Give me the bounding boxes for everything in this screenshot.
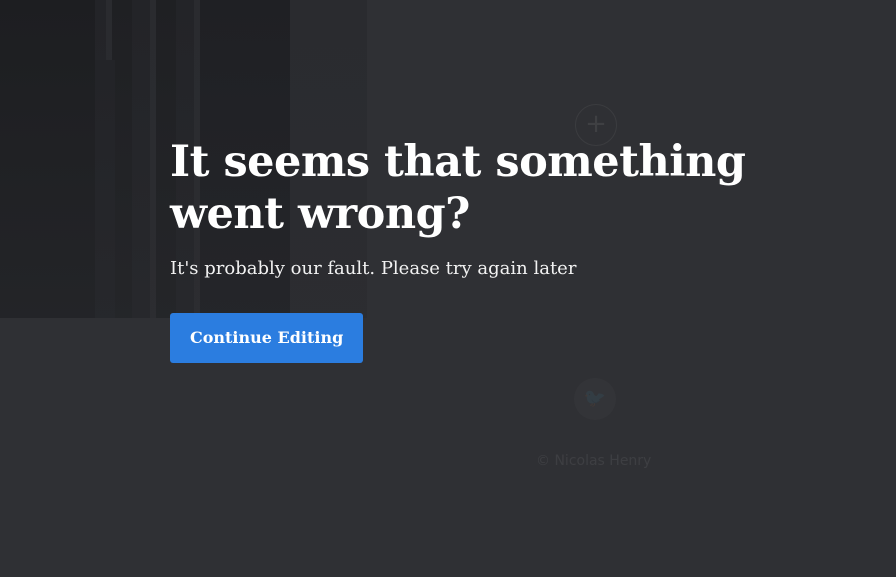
error-overlay: + 🐦 © Nicolas Henry It seems that someth… bbox=[0, 0, 896, 577]
photo-credit: © Nicolas Henry bbox=[536, 453, 652, 469]
twitter-icon: 🐦 bbox=[574, 378, 616, 420]
error-content: It seems that something went wrong? It's… bbox=[170, 136, 870, 363]
error-headline: It seems that something went wrong? bbox=[170, 137, 746, 239]
continue-editing-button[interactable]: Continue Editing bbox=[170, 313, 364, 363]
error-message: It's probably our fault. Please try agai… bbox=[170, 258, 577, 279]
